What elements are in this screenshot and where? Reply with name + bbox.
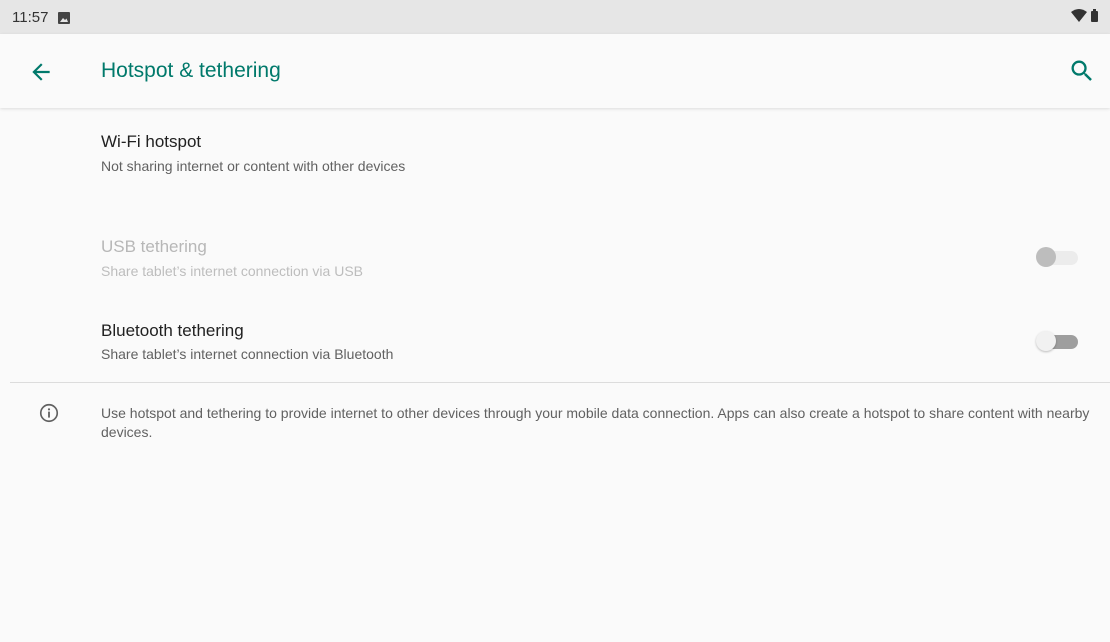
- usb-tethering-title: USB tethering: [101, 237, 207, 256]
- bluetooth-tethering-item[interactable]: Bluetooth tethering Share tablet’s inter…: [0, 306, 1110, 382]
- footer-info-text: Use hotspot and tethering to provide int…: [101, 405, 1090, 440]
- status-time: 11:57: [12, 8, 49, 26]
- search-icon: [1068, 60, 1096, 89]
- wifi-icon: [1071, 8, 1087, 26]
- usb-tethering-switch: [1036, 245, 1080, 269]
- app-bar: Hotspot & tethering: [0, 34, 1110, 108]
- bluetooth-tethering-title: Bluetooth tethering: [101, 321, 244, 340]
- page-title: Hotspot & tethering: [101, 59, 281, 82]
- search-button[interactable]: [1068, 57, 1096, 85]
- wifi-hotspot-summary: Not sharing internet or content with oth…: [101, 158, 406, 174]
- status-icons: [1071, 0, 1098, 34]
- divider: [10, 382, 1110, 383]
- bluetooth-tethering-switch[interactable]: [1036, 329, 1080, 353]
- wifi-hotspot-item[interactable]: Wi-Fi hotspot Not sharing internet or co…: [0, 112, 1110, 192]
- battery-icon: [1091, 8, 1098, 26]
- image-icon: [58, 11, 71, 24]
- back-button[interactable]: [28, 59, 54, 85]
- usb-tethering-item: USB tethering Share tablet’s internet co…: [0, 220, 1110, 300]
- status-bar: 11:57: [0, 0, 1110, 34]
- wifi-hotspot-title: Wi-Fi hotspot: [101, 132, 202, 151]
- arrow-back-icon: [28, 63, 54, 89]
- info-icon: [38, 402, 60, 424]
- usb-tethering-summary: Share tablet’s internet connection via U…: [101, 263, 364, 279]
- bluetooth-tethering-summary: Share tablet’s internet connection via B…: [101, 346, 394, 362]
